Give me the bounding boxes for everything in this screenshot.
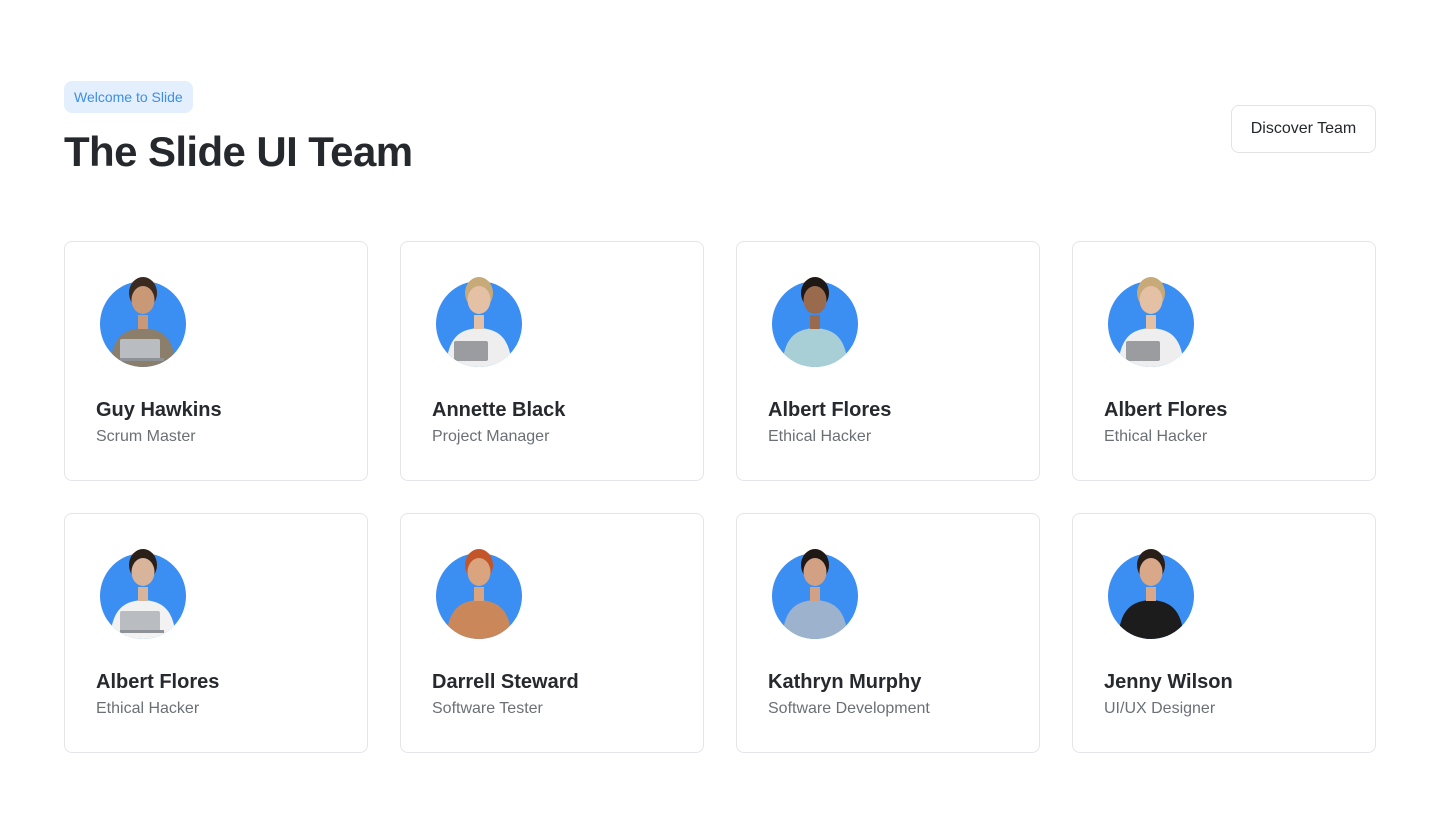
welcome-badge: Welcome to Slide (64, 81, 193, 113)
member-avatar (1108, 273, 1194, 367)
team-member-card[interactable]: Guy Hawkins Scrum Master (64, 241, 368, 481)
team-member-card[interactable]: Darrell Steward Software Tester (400, 513, 704, 753)
member-role: Project Manager (432, 428, 550, 445)
member-name: Albert Flores (1104, 399, 1228, 421)
member-name: Kathryn Murphy (768, 671, 922, 693)
member-role: UI/UX Designer (1104, 700, 1216, 717)
member-name: Annette Black (432, 399, 566, 421)
team-member-card[interactable]: Albert Flores Ethical Hacker (1072, 241, 1376, 481)
team-grid: Guy Hawkins Scrum Master Annette Black P… (64, 241, 1376, 753)
member-avatar (1108, 545, 1194, 639)
member-avatar (772, 545, 858, 639)
member-name: Albert Flores (96, 671, 220, 693)
team-member-card[interactable]: Albert Flores Ethical Hacker (736, 241, 1040, 481)
page-title: The Slide UI Team (64, 128, 413, 175)
member-name: Albert Flores (768, 399, 892, 421)
discover-team-button[interactable]: Discover Team (1231, 105, 1376, 153)
team-member-card[interactable]: Kathryn Murphy Software Development (736, 513, 1040, 753)
member-name: Darrell Steward (432, 671, 579, 693)
member-avatar (436, 545, 522, 639)
team-member-card[interactable]: Annette Black Project Manager (400, 241, 704, 481)
member-avatar (100, 545, 186, 639)
member-avatar (436, 273, 522, 367)
member-role: Software Tester (432, 700, 543, 717)
member-role: Ethical Hacker (1104, 428, 1208, 445)
member-role: Ethical Hacker (96, 700, 200, 717)
team-member-card[interactable]: Albert Flores Ethical Hacker (64, 513, 368, 753)
team-member-card[interactable]: Jenny Wilson UI/UX Designer (1072, 513, 1376, 753)
member-role: Software Development (768, 700, 930, 717)
member-role: Scrum Master (96, 428, 196, 445)
member-avatar (100, 273, 186, 367)
member-avatar (772, 273, 858, 367)
member-role: Ethical Hacker (768, 428, 872, 445)
member-name: Guy Hawkins (96, 399, 222, 421)
member-name: Jenny Wilson (1104, 671, 1233, 693)
